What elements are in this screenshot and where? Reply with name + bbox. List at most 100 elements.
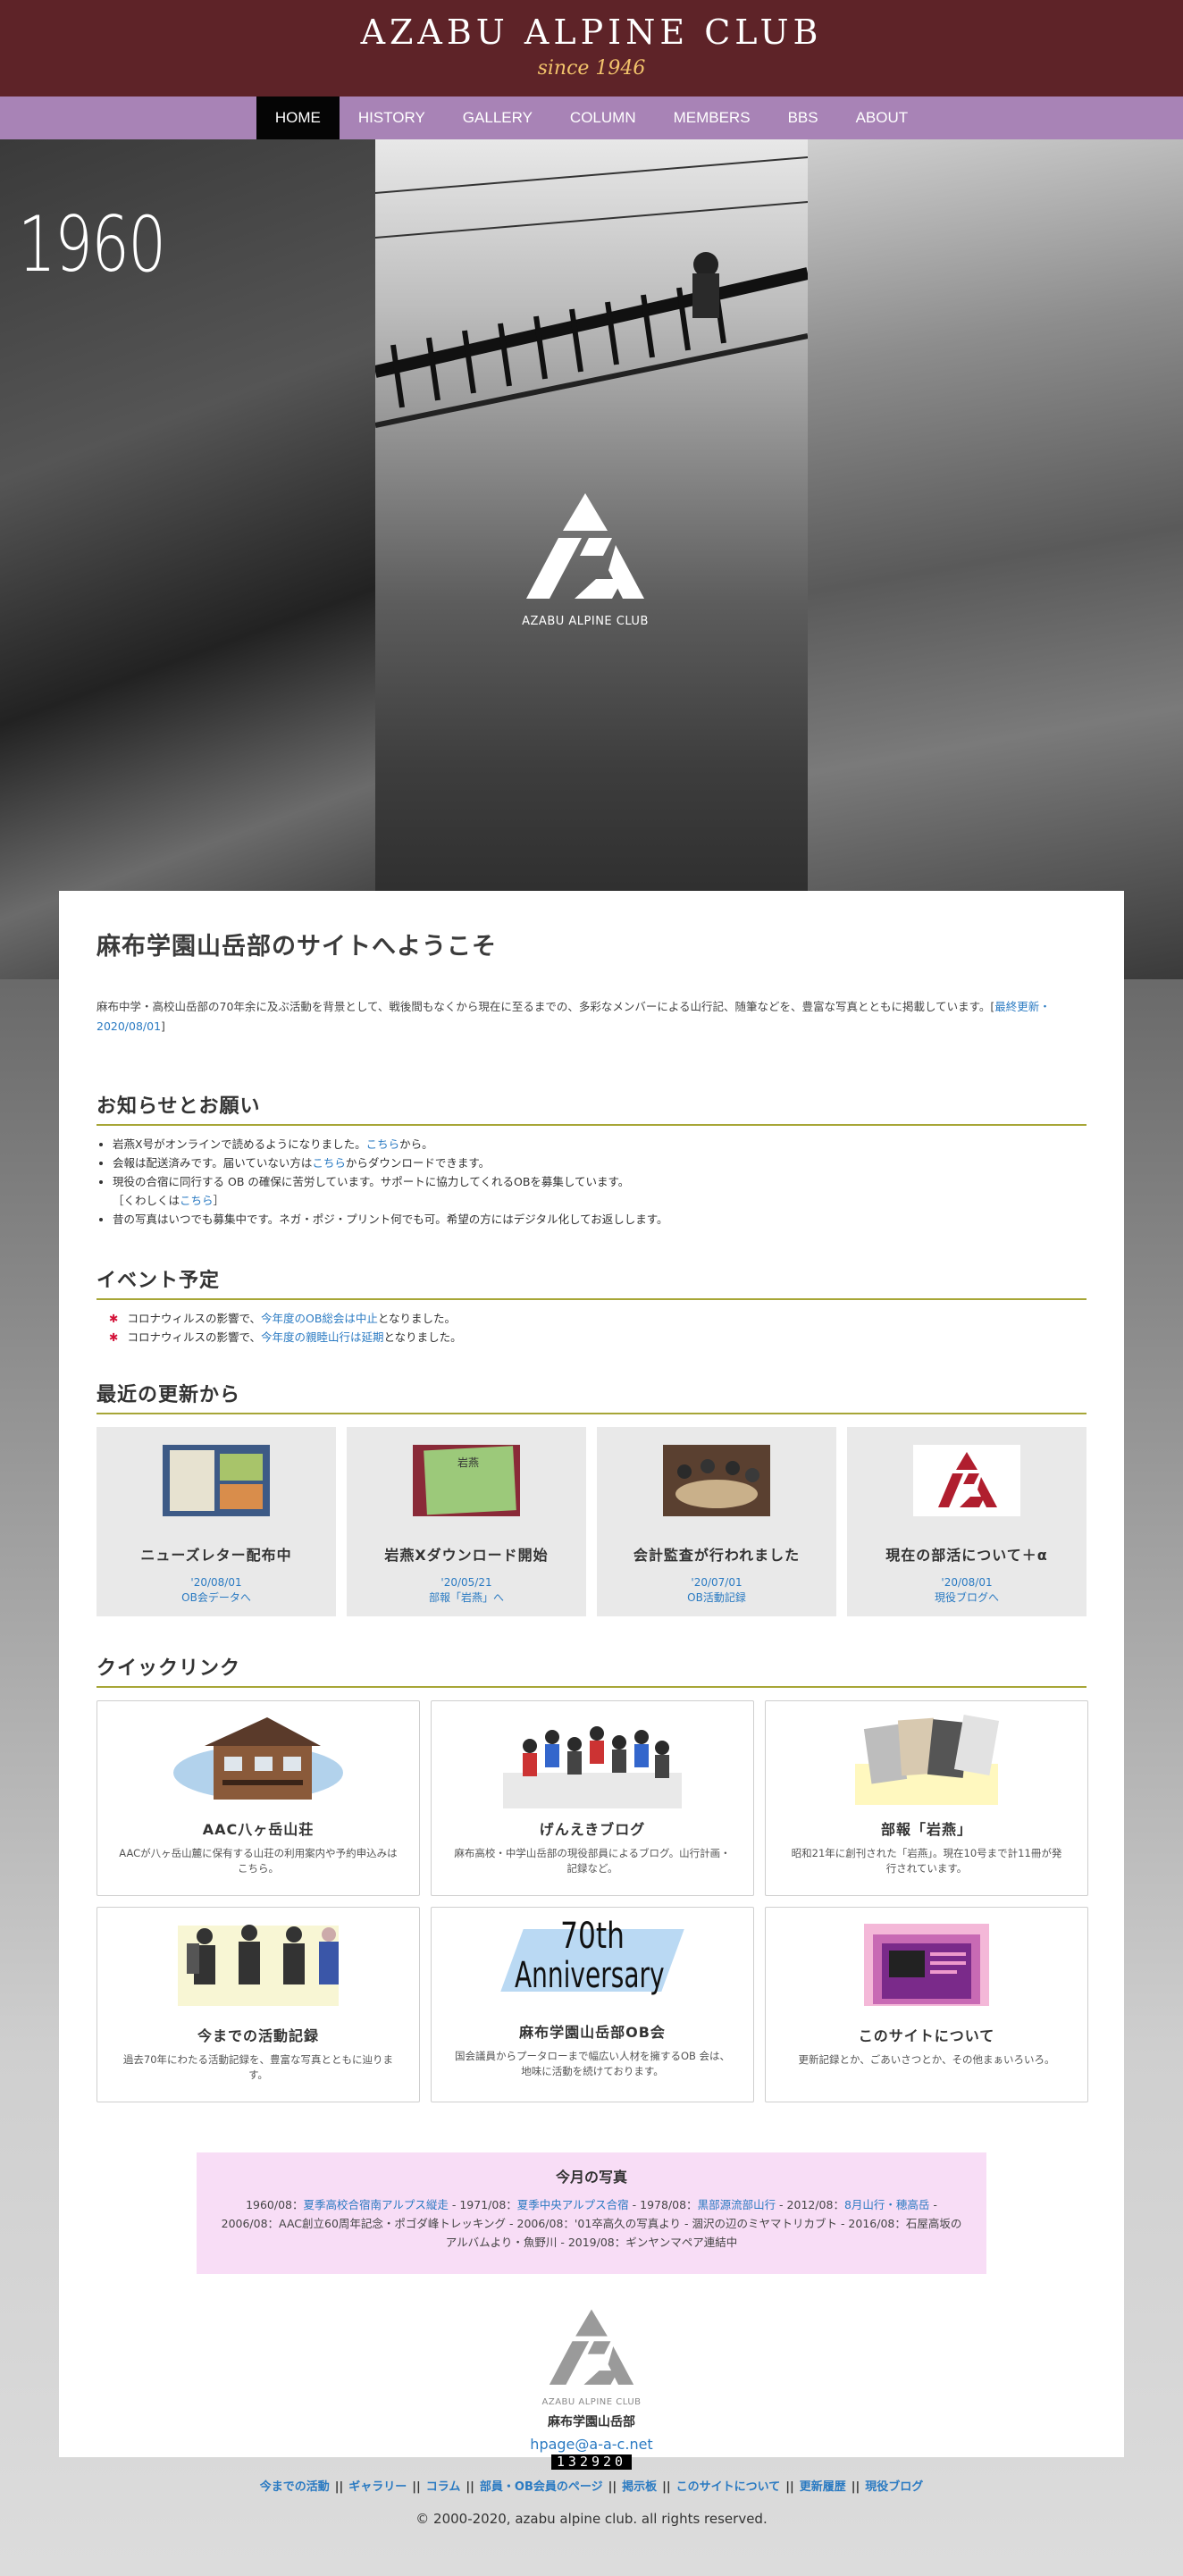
photo-link[interactable]: 夏季中央アルプス合宿 [517,2198,629,2211]
asterisk-icon: ✱ [109,1312,119,1325]
news-link[interactable]: 現役ブログへ [935,1591,999,1604]
notice-link[interactable]: こちら [312,1156,346,1170]
newsletter-thumbnail [163,1445,270,1516]
footer-link-column[interactable]: コラム [426,2480,461,2494]
footer-link-members[interactable]: 部員・OB会員のページ [480,2480,603,2494]
notice-link[interactable]: こちら [366,1137,400,1151]
hero-club-logo: AZABU ALPINE CLUB [518,493,652,628]
event-link[interactable]: 今年度のOB総会は中止 [261,1312,378,1325]
quicklink-desc: 更新記録とか、ごあいさつとか、その他まぁいろいろ。 [798,2053,1055,2066]
iwatsubame-thumbnail: 岩燕 [413,1445,520,1516]
nav-gallery[interactable]: GALLERY [444,96,551,139]
notice-after: からダウンロードできます。 [345,1156,491,1170]
main-nav: HOME HISTORY GALLERY COLUMN MEMBERS BBS … [0,96,1183,139]
events-title: イベント予定 [96,1264,1087,1300]
photo-link[interactable]: 黒部源流部山行 [698,2198,776,2211]
quicklink-mountain-lodge[interactable]: AAC八ヶ岳山荘 AACが八ヶ岳山麓に保有する山荘の利用案内や予約申込みはこちら… [96,1700,420,1896]
quicklink-club-blog[interactable]: げんえきブログ 麻布高校・中学山岳部の現役部員によるブログ。山行計画・記録など。 [431,1700,754,1896]
nav-about[interactable]: ABOUT [837,96,927,139]
climbers-image [178,1925,339,2006]
photo-text: - 1971/08： [448,2198,517,2211]
site-header: AZABU ALPINE CLUB since 1946 [0,0,1183,96]
quicklink-desc: 昭和21年に創刊された「岩燕」。現在10号まで計11冊が発行されています。 [791,1847,1062,1875]
footer-link-activities[interactable]: 今までの活動 [260,2480,330,2494]
news-date: '20/08/01 現役ブログへ [934,1576,999,1604]
intro-end: ] [161,1019,165,1033]
news-card-audit[interactable]: 会計監査が行われました '20/07/01 OB活動記録 [597,1427,836,1616]
notice-link[interactable]: こちら [180,1194,214,1207]
monthly-photos: 今月の写真 1960/08：夏季高校合宿南アルプス縦走 - 1971/08：夏季… [197,2152,986,2274]
news-link[interactable]: OB活動記録 [687,1591,746,1604]
nav-column[interactable]: COLUMN [551,96,655,139]
footer-link-bbs[interactable]: 掲示板 [622,2480,657,2494]
notice-item: 現役の合宿に同行する OB の確保に苦労しています。サポートに協力してくれるOB… [113,1172,1087,1210]
aac-logo-icon [526,493,644,599]
photo-text: 1960/08： [246,2198,304,2211]
news-date: '20/05/21 部報「岩燕」へ [428,1576,504,1604]
copyright: © 2000-2020, azabu alpine club. all righ… [415,2511,768,2527]
bulletin-books-image [855,1714,1000,1805]
anniversary-image: 70th Anniversary [500,1916,684,2015]
notice-text: 会報は配送済みです。届いていない方は [113,1156,313,1170]
notice-text: 現役の合宿に同行する OB の確保に苦労しています。サポートに協力してくれるOB… [113,1175,630,1188]
event-text: コロナウィルスの影響で、 [127,1330,261,1344]
footer-link-blog[interactable]: 現役ブログ [865,2480,923,2494]
welcome-intro: 麻布中学・高校山岳部の70年余に及ぶ活動を背景として、戦後間もなくから現在に至る… [96,997,1087,1036]
quicklink-activity-records[interactable]: 今までの活動記録 過去70年にわたる活動記録を、豊富な写真とともに辿ります。 [96,1907,420,2102]
recent-updates-section: 最近の更新から ニューズレター配布中 '20/08/01 OB会データへ 岩燕 岩… [96,1379,1087,1616]
photo-text: - 2012/08： [776,2198,844,2211]
news-title: 岩燕Xダウンロード開始 [384,1547,549,1564]
anniversary-line1: 70th [560,1916,625,1957]
recent-title: 最近の更新から [96,1379,1087,1414]
hero-photo-climbers-rocks [808,139,1183,979]
svg-text:岩燕: 岩燕 [457,1456,479,1469]
monthly-photos-title: 今月の写真 [555,2169,627,2186]
intro-text: 麻布中学・高校山岳部の70年余に及ぶ活動を背景として、戦後間もなくから現在に至る… [96,1000,995,1013]
nav-home[interactable]: HOME [256,96,340,139]
news-link[interactable]: 部報「岩燕」へ [429,1591,504,1604]
hero-banner: 1960 AZABU ALPINE CLUB [0,139,1183,979]
visitor-counter: 132920 [550,2454,633,2470]
news-card-newsletter[interactable]: ニューズレター配布中 '20/08/01 OB会データへ [96,1427,336,1616]
event-text: コロナウィルスの影響で、 [127,1312,261,1325]
footer-link-about[interactable]: このサイトについて [676,2480,781,2494]
news-title: ニューズレター配布中 [140,1547,292,1564]
quick-links-section: クイックリンク AAC八ヶ岳山荘 AACが八ヶ岳山麓に保有する山荘の利用案内や予… [96,1652,1088,2102]
quicklink-desc: AACが八ヶ岳山麓に保有する山荘の利用案内や予約申込みはこちら。 [119,1847,398,1875]
anniversary-line2: Anniversary [515,1955,665,1996]
hero-year: 1960 [18,200,166,289]
footer-logo-text: AZABU ALPINE CLUB [541,2397,642,2407]
quicklink-title: AAC八ヶ岳山荘 [202,1821,315,1838]
lodge-image [173,1717,343,1800]
monthly-photos-list: 1960/08：夏季高校合宿南アルプス縦走 - 1971/08：夏季中央アルプス… [197,2186,986,2252]
footer-club-name: 麻布学園山岳部 [548,2415,635,2429]
quicklink-title: 麻布学園山岳部OB会 [519,2024,666,2041]
news-date: '20/08/01 OB会データへ [181,1576,251,1604]
quicklink-ob-association[interactable]: 70th Anniversary 麻布学園山岳部OB会 国会議員からプータローま… [431,1907,754,2102]
hero-photo-hikers-resting: 1960 [0,139,375,979]
footer-email-link[interactable]: hpage@a-a-c.net [530,2436,652,2453]
news-card-club-activity[interactable]: 現在の部活について＋α '20/08/01 現役ブログへ [847,1427,1087,1616]
site-screens-image [864,1924,989,2006]
notice-text: 昔の写真はいつでも募集中です。ネガ・ポジ・プリント何でも可。希望の方にはデジタル… [113,1212,668,1226]
event-after: となりました。 [383,1330,462,1344]
notice-item: 会報は配送済みです。届いていない方はこちらからダウンロードできます。 [113,1154,1087,1172]
nav-members[interactable]: MEMBERS [655,96,769,139]
aac-logo-gray-icon [549,2309,634,2385]
photo-link[interactable]: 8月山行・穂高岳 [844,2198,929,2211]
event-link[interactable]: 今年度の親睦山行は延期 [261,1330,384,1344]
notice-item: 昔の写真はいつでも募集中です。ネガ・ポジ・プリント何でも可。希望の方にはデジタル… [113,1210,1087,1229]
nav-bbs[interactable]: BBS [769,96,837,139]
news-title: 会計監査が行われました [633,1547,801,1564]
news-card-iwatsubame[interactable]: 岩燕 岩燕Xダウンロード開始 '20/05/21 部報「岩燕」へ [347,1427,586,1616]
photo-link[interactable]: 夏季高校合宿南アルプス縦走 [304,2198,449,2211]
nav-history[interactable]: HISTORY [340,96,444,139]
quicklink-bulletin[interactable]: 部報「岩燕」 昭和21年に創刊された「岩燕」。現在10号まで計11冊が発行されて… [765,1700,1088,1896]
site-title: AZABU ALPINE CLUB [360,13,823,52]
news-link[interactable]: OB会データへ [181,1591,251,1604]
quicklink-desc: 麻布高校・中学山岳部の現役部員によるブログ。山行計画・記録など。 [454,1847,731,1875]
quicklink-about-site[interactable]: このサイトについて 更新記録とか、ごあいさつとか、その他まぁいろいろ。 [765,1907,1088,2102]
footer-link-gallery[interactable]: ギャラリー [348,2480,407,2494]
event-after: となりました。 [377,1312,457,1325]
footer-link-history[interactable]: 更新履歴 [800,2480,846,2494]
